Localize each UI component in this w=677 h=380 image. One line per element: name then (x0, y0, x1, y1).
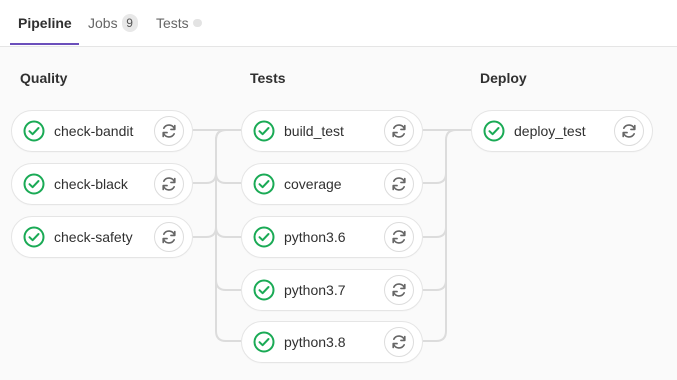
retry-icon (622, 124, 636, 138)
retry-button[interactable] (154, 169, 184, 199)
connector-line (423, 129, 457, 184)
job-build-test[interactable]: build_test (241, 110, 423, 152)
retry-icon (392, 335, 406, 349)
job-name: check-bandit (54, 123, 134, 139)
retry-button[interactable] (614, 116, 644, 146)
check-circle-icon (253, 226, 275, 248)
retry-icon (392, 177, 406, 191)
job-check-black[interactable]: check-black (11, 163, 193, 205)
connector-line (215, 172, 241, 184)
check-circle-icon (253, 173, 275, 195)
job-deploy-test[interactable]: deploy_test (471, 110, 653, 152)
retry-icon (392, 230, 406, 244)
connector-line (423, 140, 447, 291)
connector-line (423, 140, 447, 238)
retry-icon (392, 283, 406, 297)
job-python3-6[interactable]: python3.6 (241, 216, 423, 258)
check-circle-icon (483, 120, 505, 142)
connector-line (193, 129, 227, 184)
job-name: coverage (284, 176, 342, 192)
retry-button[interactable] (384, 327, 414, 357)
retry-button[interactable] (384, 275, 414, 305)
job-name: python3.6 (284, 229, 346, 245)
retry-icon (392, 124, 406, 138)
job-python3-8[interactable]: python3.8 (241, 321, 423, 363)
check-circle-icon (253, 279, 275, 301)
retry-icon (162, 177, 176, 191)
check-circle-icon (23, 226, 45, 248)
retry-button[interactable] (384, 222, 414, 252)
retry-icon (162, 124, 176, 138)
retry-icon (162, 230, 176, 244)
job-check-safety[interactable]: check-safety (11, 216, 193, 258)
retry-button[interactable] (384, 169, 414, 199)
job-name: check-safety (54, 229, 133, 245)
job-check-bandit[interactable]: check-bandit (11, 110, 193, 152)
retry-button[interactable] (154, 116, 184, 146)
check-circle-icon (23, 173, 45, 195)
retry-button[interactable] (154, 222, 184, 252)
job-python3-7[interactable]: python3.7 (241, 269, 423, 311)
connector-line (215, 226, 241, 238)
check-circle-icon (23, 120, 45, 142)
connector-line (215, 279, 241, 291)
job-name: python3.7 (284, 282, 346, 298)
job-name: python3.8 (284, 334, 346, 350)
job-name: build_test (284, 123, 344, 139)
check-circle-icon (253, 120, 275, 142)
job-name: check-black (54, 176, 128, 192)
connector-line (193, 140, 217, 238)
check-circle-icon (253, 331, 275, 353)
job-coverage[interactable]: coverage (241, 163, 423, 205)
connector-line (423, 140, 447, 342)
retry-button[interactable] (384, 116, 414, 146)
job-name: deploy_test (514, 123, 586, 139)
